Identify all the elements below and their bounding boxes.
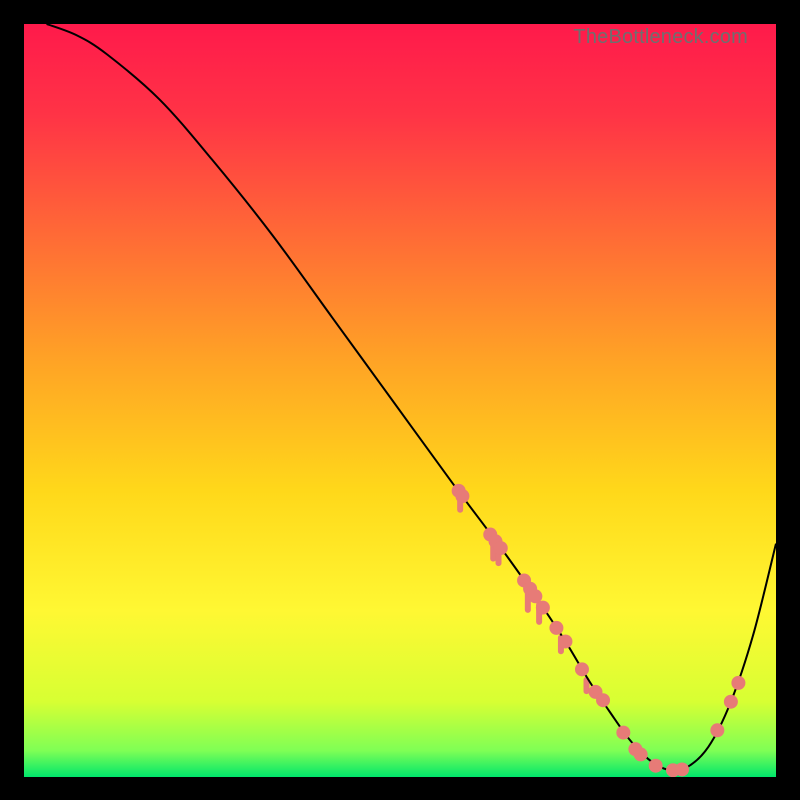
data-marker [649,759,663,773]
chart-canvas [24,24,776,777]
data-marker [455,489,469,503]
data-marker [596,693,610,707]
watermark-label: TheBottleneck.com [573,26,748,49]
data-marker [616,726,630,740]
data-marker [675,762,689,776]
plot-background [24,24,776,777]
data-marker [724,695,738,709]
data-marker [494,541,508,555]
data-marker [575,662,589,676]
data-marker [536,601,550,615]
chart-frame: TheBottleneck.com [24,24,776,777]
data-marker [634,747,648,761]
data-marker [558,634,572,648]
data-marker [710,723,724,737]
data-marker [731,676,745,690]
data-marker [549,621,563,635]
